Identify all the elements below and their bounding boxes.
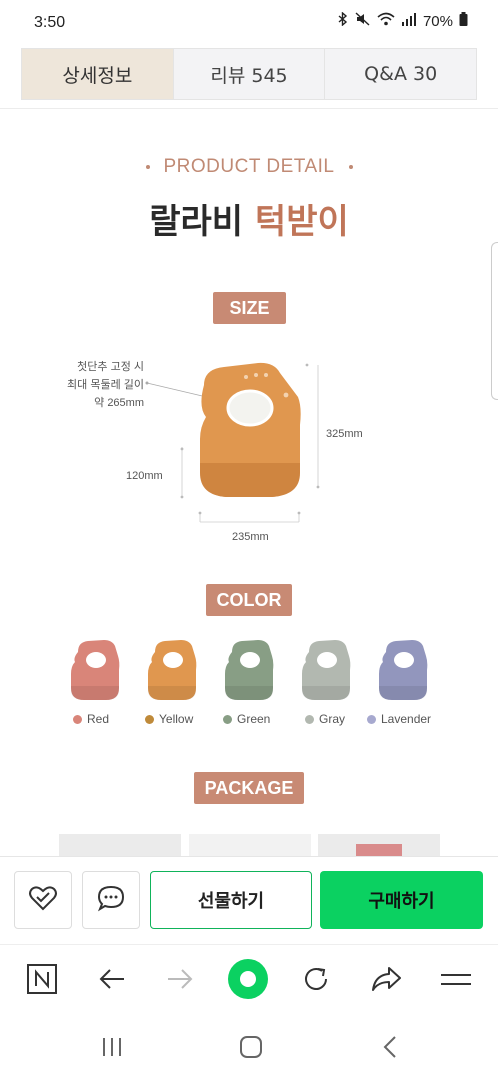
bib-swatch-lavender bbox=[379, 640, 428, 700]
color-name: Green bbox=[237, 712, 271, 726]
divider bbox=[0, 108, 498, 109]
buy-button[interactable]: 구매하기 bbox=[320, 871, 483, 929]
signal-icon bbox=[401, 12, 417, 30]
color-dot bbox=[367, 714, 376, 724]
size-note-line: 약 265mm bbox=[94, 397, 144, 409]
scrollbar-handle[interactable] bbox=[491, 242, 498, 400]
package-thumb bbox=[318, 834, 440, 856]
talk-button[interactable] bbox=[82, 871, 140, 929]
color-dot bbox=[145, 714, 154, 724]
battery-icon bbox=[459, 12, 468, 30]
dim-height: 325mm bbox=[326, 428, 363, 440]
back-button[interactable] bbox=[92, 961, 132, 1001]
bullet-dot bbox=[145, 164, 150, 169]
color-name: Gray bbox=[319, 712, 346, 726]
recent-apps-icon[interactable] bbox=[101, 1036, 123, 1062]
gift-button[interactable]: 선물하기 bbox=[150, 871, 312, 929]
color-label-gray: Gray bbox=[305, 712, 345, 726]
tab-detail[interactable]: 상세정보 bbox=[22, 49, 174, 99]
share-button[interactable] bbox=[366, 961, 406, 1001]
bluetooth-icon bbox=[337, 11, 349, 30]
package-thumb bbox=[189, 834, 311, 856]
color-name: Yellow bbox=[159, 712, 194, 726]
share-arrow-icon bbox=[370, 965, 402, 997]
wifi-icon bbox=[377, 12, 395, 30]
menu-button[interactable] bbox=[436, 961, 476, 1001]
color-pill: COLOR bbox=[206, 584, 292, 616]
color-label-yellow: Yellow bbox=[145, 712, 193, 726]
size-note: 첫단추 고정 시 최대 목둘레 길이 약 265mm bbox=[44, 358, 144, 412]
green-dot-icon bbox=[227, 958, 269, 1004]
package-thumb-item bbox=[356, 844, 402, 856]
system-navigation bbox=[0, 1016, 498, 1080]
title-main: 랄라비 bbox=[149, 202, 244, 242]
tab-reviews[interactable]: 리뷰 545 bbox=[174, 49, 326, 99]
forward-button[interactable] bbox=[160, 961, 200, 1001]
bib-swatch-yellow bbox=[148, 640, 197, 700]
color-label-green: Green bbox=[223, 712, 270, 726]
color-bib-images bbox=[71, 640, 428, 700]
tab-qna[interactable]: Q&A 30 bbox=[325, 49, 476, 99]
dim-width: 235mm bbox=[232, 531, 269, 543]
arrow-left-icon bbox=[98, 967, 126, 995]
color-dot bbox=[223, 714, 232, 724]
size-diagram bbox=[145, 362, 320, 523]
system-back-icon[interactable] bbox=[382, 1035, 398, 1063]
purchase-bar: 선물하기 구매하기 bbox=[0, 856, 498, 945]
color-dot bbox=[305, 714, 314, 724]
hamburger-icon bbox=[440, 967, 472, 995]
home-icon[interactable] bbox=[239, 1035, 263, 1063]
naver-home-button[interactable] bbox=[22, 961, 62, 1001]
chat-bubble-icon bbox=[96, 884, 126, 916]
color-dot bbox=[73, 714, 82, 724]
package-thumb bbox=[59, 834, 181, 856]
heart-check-icon bbox=[28, 884, 58, 916]
status-bar: 3:50 70% bbox=[0, 0, 498, 46]
battery-percent: 70% bbox=[422, 12, 453, 30]
status-time: 3:50 bbox=[34, 14, 66, 31]
green-dot-button[interactable] bbox=[227, 958, 269, 1004]
bib-swatch-green bbox=[225, 640, 274, 700]
mute-icon bbox=[355, 12, 371, 30]
color-label-lavender: Lavender bbox=[367, 712, 431, 726]
size-pill: SIZE bbox=[213, 292, 286, 324]
color-name: Lavender bbox=[381, 712, 432, 726]
detail-tabs: 상세정보 리뷰 545 Q&A 30 bbox=[21, 48, 477, 100]
wishlist-button[interactable] bbox=[14, 871, 72, 929]
bullet-dot bbox=[348, 164, 353, 169]
package-pill: PACKAGE bbox=[194, 772, 304, 804]
dim-pocket: 120mm bbox=[126, 470, 163, 482]
bib-swatch-red bbox=[71, 640, 120, 700]
section-label-text: PRODUCT DETAIL bbox=[163, 156, 335, 177]
color-name: Red bbox=[87, 712, 110, 726]
naver-n-icon bbox=[26, 963, 58, 999]
title-accent: 턱받이 bbox=[254, 202, 349, 242]
color-label-red: Red bbox=[73, 712, 109, 726]
bib-swatch-gray bbox=[302, 640, 351, 700]
refresh-button[interactable] bbox=[296, 961, 336, 1001]
arrow-right-icon bbox=[166, 967, 194, 995]
size-note-line: 첫단추 고정 시 bbox=[77, 361, 144, 373]
size-note-line: 최대 목둘레 길이 bbox=[67, 379, 144, 391]
status-icons: 70% bbox=[337, 11, 468, 30]
page-title: 랄라비 턱받이 bbox=[0, 194, 498, 243]
refresh-icon bbox=[301, 964, 331, 998]
browser-toolbar bbox=[0, 944, 498, 1017]
section-label: PRODUCT DETAIL bbox=[0, 156, 498, 178]
color-swatches bbox=[62, 638, 442, 702]
